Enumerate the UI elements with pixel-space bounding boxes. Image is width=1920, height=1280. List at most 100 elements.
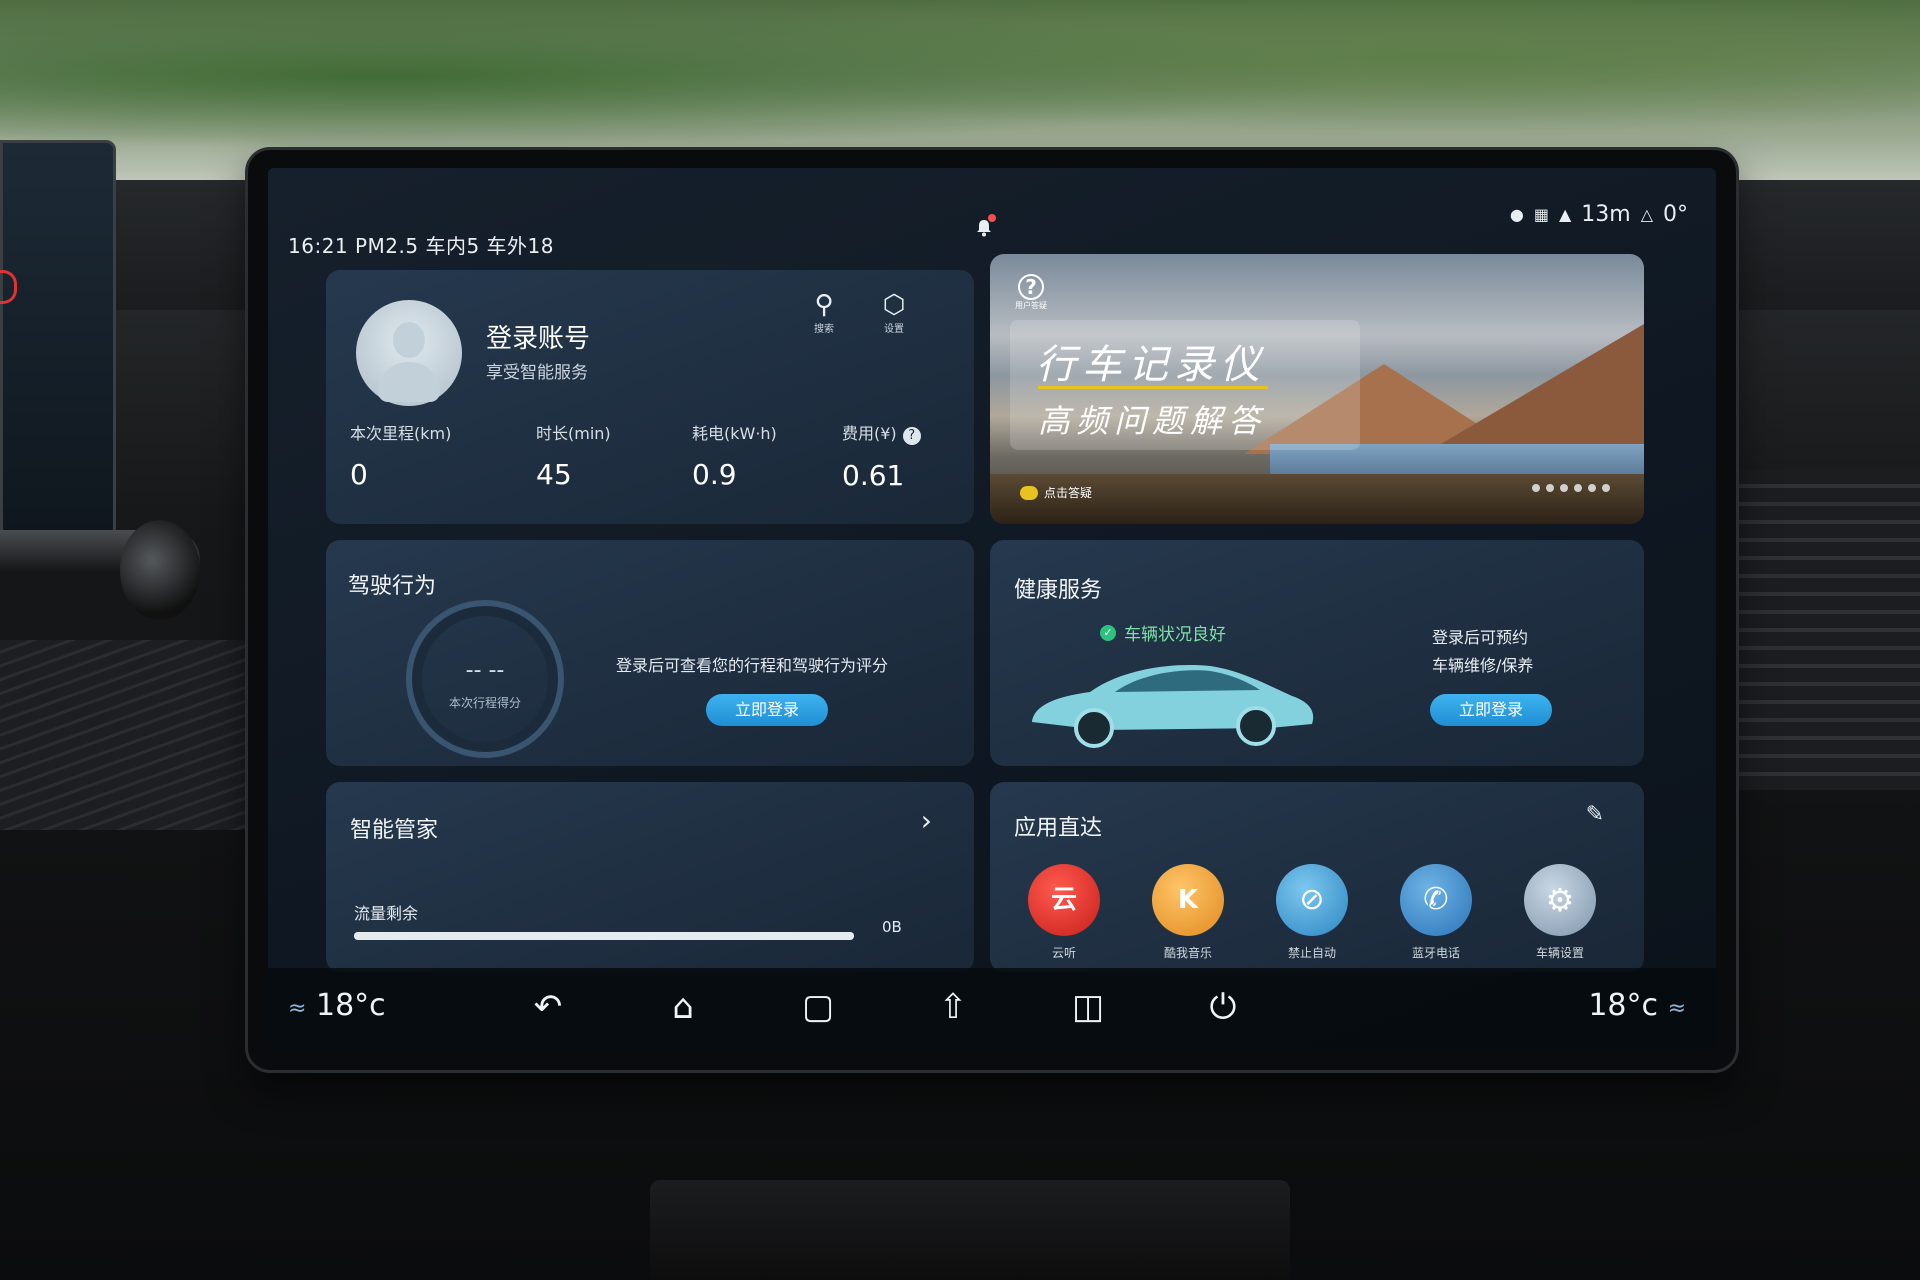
car-home-icon[interactable]: ⇧ xyxy=(923,982,983,1032)
stat-mileage: 本次里程(km) 0 xyxy=(350,420,451,491)
app-yunting[interactable]: 云 xyxy=(1028,864,1100,936)
phone-icon: ✆ xyxy=(1423,882,1449,917)
app-label: 禁止自动 xyxy=(1287,946,1336,960)
stat-label: 费用(¥)? xyxy=(842,420,921,445)
air-vent-left xyxy=(0,640,260,830)
banner-title: 行车记录仪 xyxy=(1036,342,1266,388)
avatar-head xyxy=(393,322,425,358)
app-kuwo[interactable]: K xyxy=(1152,864,1224,936)
search-label: 搜索 xyxy=(814,324,834,335)
car-icon xyxy=(1032,665,1314,748)
stat-label: 本次里程(km) xyxy=(350,424,452,443)
carousel-dots[interactable] xyxy=(1532,484,1610,492)
banner-underline xyxy=(1038,386,1268,389)
wind-icon: ≈ xyxy=(288,996,307,1021)
app-label: 云听 xyxy=(1051,946,1076,960)
flow-progress-fill xyxy=(354,932,854,940)
app-label: 酷我音乐 xyxy=(1163,946,1212,960)
blocked-icon: ⊘ xyxy=(1299,882,1325,917)
butler-title: 智能管家 xyxy=(350,818,439,843)
stat-value: 0 xyxy=(350,458,368,491)
stat-value: 0.9 xyxy=(692,458,737,491)
app-car-settings[interactable]: ⚙ xyxy=(1524,864,1596,936)
user-help-button[interactable]: ? 用户答疑 xyxy=(1014,274,1048,311)
slope-icon: △ xyxy=(1640,205,1653,224)
flow-label: 流量剩余 xyxy=(354,904,419,923)
app-label: 蓝牙电话 xyxy=(1411,946,1460,960)
carousel-dot[interactable] xyxy=(1574,484,1582,492)
notification-dot xyxy=(988,214,996,222)
app-shortcuts-card[interactable]: 应用直达 ✎ 云 云听 K 酷我音乐 ⊘ 禁止自动 ✆ 蓝牙电话 ⚙ 车辆设置 xyxy=(990,782,1644,972)
chevron-right-icon[interactable]: › xyxy=(921,804,932,837)
score-value: -- -- xyxy=(465,658,505,683)
status-bar-left: 16:21 PM2.5 车内5 车外18 xyxy=(288,234,555,258)
status-distance: 13m xyxy=(1581,202,1631,227)
stat-label: 耗电(kW·h) xyxy=(692,424,777,443)
avatar[interactable] xyxy=(356,300,462,406)
score-ring: -- -- 本次行程得分 xyxy=(406,600,564,758)
instrument-cluster xyxy=(0,140,116,566)
carousel-dot[interactable] xyxy=(1602,484,1610,492)
stat-cost: 费用(¥)? 0.61 xyxy=(842,420,921,492)
account-card[interactable]: 登录账号 享受智能服务 ⚲ 搜索 ⬡ 设置 本次里程(km) 0 时长(min)… xyxy=(326,270,974,524)
search-button[interactable]: ⚲ 搜索 xyxy=(804,290,844,335)
health-note-line1: 登录后可预约 xyxy=(1432,628,1529,647)
sim-icon: ▦ xyxy=(1533,205,1549,224)
settings-label: 设置 xyxy=(884,324,904,335)
signal-icon: ▲ xyxy=(1558,205,1572,224)
stat-value: 0.61 xyxy=(842,459,905,492)
toggle-icon xyxy=(1020,485,1038,500)
vehicle-status-label: 车辆状况良好 xyxy=(1124,625,1226,645)
center-console xyxy=(650,1180,1290,1280)
stat-energy: 耗电(kW·h) 0.9 xyxy=(692,420,777,491)
stat-value: 45 xyxy=(536,458,572,491)
health-service-card[interactable]: 健康服务 ✓ 车辆状况良好 登录后可预约 车辆维修/保养 立即登录 xyxy=(990,540,1644,766)
wind-icon: ≈ xyxy=(1667,996,1686,1021)
driving-behavior-card[interactable]: 驾驶行为 -- -- 本次行程得分 登录后可查看您的行程和驾驶行为评分 立即登录 xyxy=(326,540,974,766)
flow-progress-bar xyxy=(354,932,854,940)
banner-tag[interactable]: 点击答疑 xyxy=(1020,484,1092,501)
score-label: 本次行程得分 xyxy=(448,696,521,710)
kuwo-icon: K xyxy=(1177,885,1199,915)
split-screen-icon[interactable]: ◫ xyxy=(1058,982,1118,1032)
dashcam-faq-banner[interactable]: 行车记录仪 高频问题解答 ? 用户答疑 点击答疑 xyxy=(990,254,1644,524)
edit-icon[interactable]: ✎ xyxy=(1586,802,1604,827)
flow-value: 0B xyxy=(882,918,902,936)
health-login-button[interactable]: 立即登录 xyxy=(1430,694,1552,726)
stat-label: 时长(min) xyxy=(536,424,611,443)
infotainment-screen: 16:21 PM2.5 车内5 车外18 ● ▦ ▲ 13m △ 0° 登录账号… xyxy=(268,168,1716,1048)
search-icon: ⚲ xyxy=(814,290,834,320)
bottom-nav-bar: ≈ 18°c ↶ ⌂ ▢ ⇧ ◫ ⏻ 18°c ≈ xyxy=(268,968,1716,1048)
login-title[interactable]: 登录账号 xyxy=(486,318,590,355)
check-icon: ✓ xyxy=(1100,624,1116,641)
status-bar-right: ● ▦ ▲ 13m △ 0° xyxy=(1510,202,1688,227)
recent-apps-icon[interactable]: ▢ xyxy=(788,982,848,1032)
carousel-dot[interactable] xyxy=(1588,484,1596,492)
home-icon[interactable]: ⌂ xyxy=(653,982,713,1032)
health-note-line2: 车辆维修/保养 xyxy=(1432,656,1534,675)
login-subtitle: 享受智能服务 xyxy=(486,363,588,383)
driving-login-button[interactable]: 立即登录 xyxy=(706,694,828,726)
left-temperature[interactable]: ≈ 18°c xyxy=(288,988,386,1023)
stat-cost-label: 费用(¥) xyxy=(842,424,897,443)
right-temperature[interactable]: 18°c ≈ xyxy=(1588,988,1686,1023)
smart-butler-card[interactable]: 智能管家 › 流量剩余 0B xyxy=(326,782,974,972)
health-title: 健康服务 xyxy=(1014,578,1103,603)
carousel-dot[interactable] xyxy=(1546,484,1554,492)
app-blocked[interactable]: ⊘ xyxy=(1276,864,1348,936)
power-icon[interactable]: ⏻ xyxy=(1193,982,1253,1032)
carousel-dot[interactable] xyxy=(1532,484,1540,492)
user-help-label: 用户答疑 xyxy=(1015,301,1047,310)
app-label: 车辆设置 xyxy=(1535,946,1584,960)
app-bluetooth-phone[interactable]: ✆ xyxy=(1400,864,1472,936)
carousel-dot[interactable] xyxy=(1560,484,1568,492)
yunting-icon: 云 xyxy=(1050,885,1077,915)
settings-button[interactable]: ⬡ 设置 xyxy=(874,290,914,335)
help-icon[interactable]: ? xyxy=(902,427,921,445)
vehicle-status: ✓ 车辆状况良好 xyxy=(1100,620,1226,645)
car-settings-icon: ⚙ xyxy=(1545,881,1575,919)
question-icon: ? xyxy=(1018,274,1044,300)
back-icon[interactable]: ↶ xyxy=(518,982,578,1032)
banner-subtitle: 高频问题解答 xyxy=(1038,402,1267,440)
left-temperature-value: 18°c xyxy=(315,988,386,1023)
